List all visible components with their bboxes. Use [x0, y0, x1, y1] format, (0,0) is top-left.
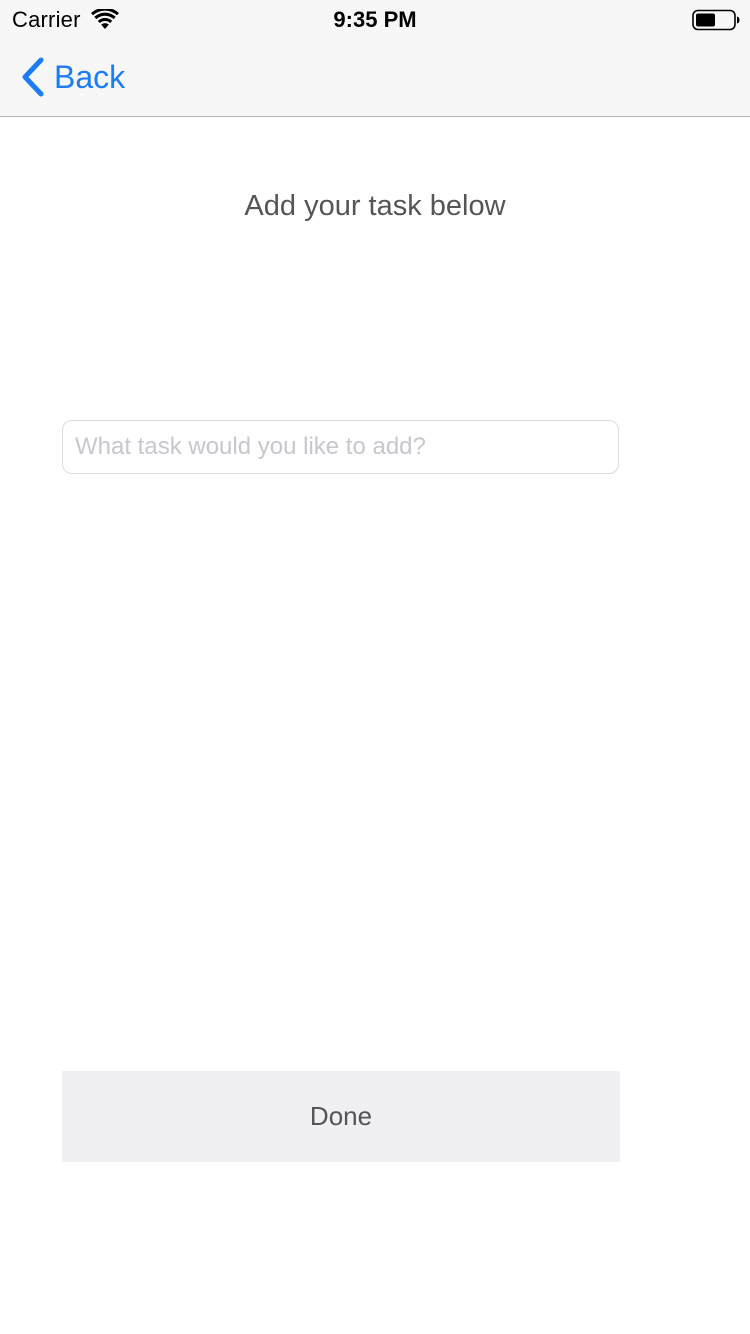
back-button[interactable]: Back: [20, 54, 125, 100]
page-title: Add your task below: [244, 190, 506, 222]
chevron-left-icon: [22, 57, 44, 97]
battery-icon: [692, 9, 740, 31]
status-time: 9:35 PM: [333, 7, 417, 32]
task-input[interactable]: [62, 420, 619, 474]
back-label: Back: [54, 59, 126, 95]
status-bar: Carrier 9:35 PM: [0, 0, 750, 40]
navigation-bar: Back: [0, 40, 750, 117]
add-task-screen: Carrier 9:35 PM Back Add your task below…: [0, 0, 750, 1334]
done-button[interactable]: Done: [62, 1071, 620, 1162]
